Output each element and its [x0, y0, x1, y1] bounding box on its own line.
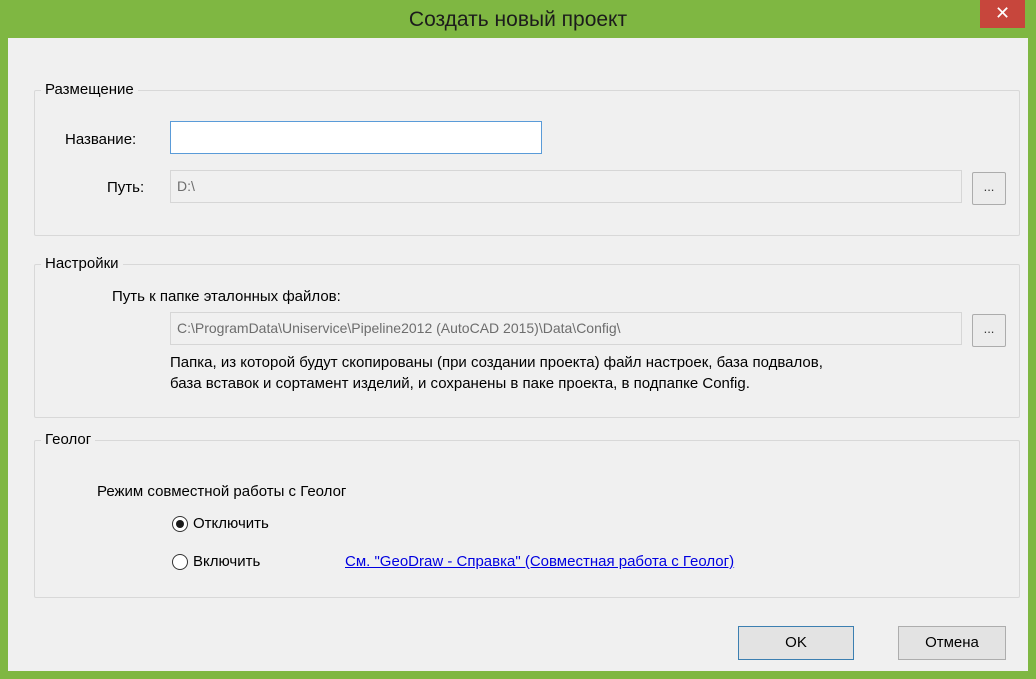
close-button[interactable]: ✕	[980, 0, 1025, 28]
title-bar[interactable]: Создать новый проект ✕	[0, 0, 1036, 38]
ref-folder-browse-button[interactable]: ...	[972, 314, 1006, 347]
geolog-mode-label: Режим совместной работы с Геолог	[97, 483, 347, 500]
path-input[interactable]: D:\	[170, 170, 962, 203]
settings-legend: Настройки	[41, 254, 123, 274]
path-browse-button[interactable]: ...	[972, 172, 1006, 205]
close-icon: ✕	[994, 3, 1011, 23]
placement-legend: Размещение	[41, 80, 138, 100]
dialog-window: Создать новый проект ✕ Размещение Назван…	[0, 0, 1036, 679]
radio-enable[interactable]	[172, 554, 188, 570]
ref-folder-description-line2: база вставок и сортамент изделий, и сохр…	[170, 375, 750, 392]
ref-folder-input[interactable]: C:\ProgramData\Uniservice\Pipeline2012 (…	[170, 312, 962, 345]
dialog-title: Создать новый проект	[408, 8, 628, 31]
cancel-button[interactable]: Отмена	[898, 626, 1006, 660]
radio-enable-label[interactable]: Включить	[193, 552, 260, 572]
radio-disable[interactable]	[172, 516, 188, 532]
geodraw-help-link[interactable]: См. "GeoDraw - Справка" (Совместная рабо…	[345, 552, 734, 572]
ref-folder-description-line1: Папка, из которой будут скопированы (при…	[170, 354, 823, 371]
ok-button[interactable]: OK	[738, 626, 854, 660]
geolog-legend: Геолог	[41, 430, 96, 450]
dialog-body: Размещение Название: Путь: D:\ ... Настр…	[8, 38, 1028, 671]
ref-folder-label: Путь к папке эталонных файлов:	[112, 288, 341, 305]
radio-disable-label[interactable]: Отключить	[193, 514, 269, 534]
name-input[interactable]	[170, 121, 542, 154]
path-label: Путь:	[107, 179, 145, 196]
radio-selected-dot	[176, 520, 184, 528]
placement-group: Размещение	[34, 80, 1020, 236]
name-label: Название:	[65, 131, 137, 148]
